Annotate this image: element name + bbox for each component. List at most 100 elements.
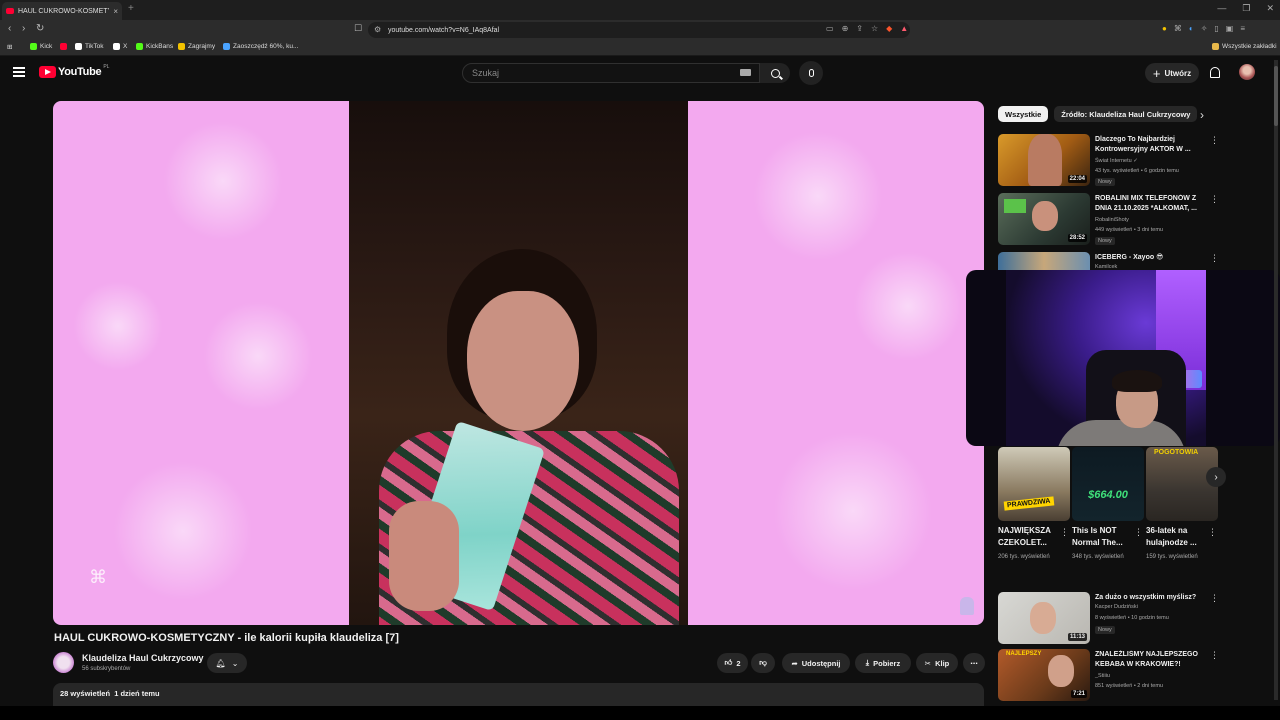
bookmark-zaoszczedz[interactable]: Zaoszczędź 60%, ku... bbox=[223, 43, 298, 50]
share-button[interactable]: ➦ Udostępnij bbox=[782, 653, 850, 673]
chevron-down-icon: ⌄ bbox=[231, 658, 239, 668]
chip-source[interactable]: Źródło: Klaudeliza Haul Cukrzycowy bbox=[1054, 106, 1198, 122]
menu-icon[interactable]: ≡ bbox=[1240, 24, 1245, 33]
extension-2-icon[interactable]: ⌘ bbox=[1174, 24, 1182, 33]
short-item[interactable]: $664.00 This Is NOT Normal The... ⋮ 348 … bbox=[1072, 447, 1144, 575]
short-overlay-text: PRAWDZIWA bbox=[1003, 496, 1054, 511]
recommendation-item[interactable]: ICEBERG - Xayoo 😎 Kamilcek ⋮ bbox=[998, 252, 1228, 270]
recommendation-channel: Świat Internetu ✓ bbox=[1095, 158, 1138, 164]
new-badge: Nowy bbox=[1095, 237, 1115, 245]
more-vert-icon[interactable]: ⋮ bbox=[1210, 253, 1219, 264]
notifications-bell-icon[interactable] bbox=[1210, 67, 1220, 78]
close-window-button[interactable]: ✕ bbox=[1266, 3, 1274, 14]
star-icon[interactable]: ☆ bbox=[871, 24, 878, 33]
back-button[interactable]: ‹ bbox=[8, 23, 11, 34]
bokeh-light bbox=[163, 121, 283, 241]
promo-icon bbox=[223, 43, 230, 50]
tab-close-icon[interactable]: × bbox=[113, 7, 118, 16]
channel-watermark-icon[interactable] bbox=[960, 597, 974, 615]
apps-grid-icon[interactable]: ⊞ bbox=[7, 43, 12, 51]
bookmark-x[interactable]: X bbox=[113, 43, 127, 50]
search-icon bbox=[770, 68, 780, 78]
new-badge: Nowy bbox=[1095, 626, 1115, 634]
chip-all[interactable]: Wszystkie bbox=[998, 106, 1049, 122]
share-icon[interactable]: ⇪ bbox=[856, 24, 863, 33]
webcam-hair bbox=[1112, 370, 1162, 392]
short-item[interactable]: POGOTOWIA 36-latek na hulajnodze ... ⋮ 1… bbox=[1146, 447, 1218, 575]
more-vert-icon[interactable]: ⋮ bbox=[1210, 135, 1219, 146]
video-thumbnail: 22:04 bbox=[998, 134, 1090, 186]
recommendation-channel: Kacper Dudziński bbox=[1095, 604, 1138, 610]
subscription-bell-button[interactable]: 🔔︎ ⌄ bbox=[207, 653, 247, 673]
more-vert-icon[interactable]: ⋮ bbox=[1208, 527, 1217, 538]
microphone-icon bbox=[808, 69, 814, 77]
short-views: 159 tys. wyświetleń bbox=[1146, 554, 1198, 560]
browser-tab[interactable]: HAUL CUKROWO-KOSMETYCZNY × bbox=[2, 2, 122, 20]
brave-shield-icon[interactable]: ◆ bbox=[886, 24, 892, 33]
more-vert-icon[interactable]: ⋮ bbox=[1060, 527, 1069, 538]
thumbnail-face bbox=[1028, 134, 1062, 186]
bookmark-youtube[interactable] bbox=[60, 43, 67, 50]
maximize-button[interactable]: ❐ bbox=[1242, 3, 1250, 14]
thumbnail-face bbox=[1030, 602, 1056, 634]
video-player[interactable]: ⌘ bbox=[53, 101, 984, 625]
dislike-button[interactable]: 👎︎ bbox=[751, 653, 775, 673]
person-hand bbox=[389, 501, 459, 611]
extension-3-icon[interactable]: ◐ bbox=[1189, 24, 1194, 33]
shorts-next-chevron-icon[interactable]: › bbox=[1206, 467, 1226, 487]
recommendation-item[interactable]: 22:04 Dlaczego To Najbardziej Kontrowers… bbox=[998, 134, 1228, 186]
cast-icon[interactable]: ▭ bbox=[826, 24, 834, 33]
recommendation-item[interactable]: 11:13 Za dużo o wszystkim myślisz? Kacpe… bbox=[998, 592, 1228, 644]
youtube-logo[interactable]: YouTube PL bbox=[39, 64, 109, 78]
search-placeholder: Szukaj bbox=[472, 68, 500, 78]
extension-1-icon[interactable]: ● bbox=[1162, 24, 1167, 33]
wallet-icon[interactable]: ▣ bbox=[1226, 24, 1234, 33]
more-vert-icon[interactable]: ⋮ bbox=[1210, 593, 1219, 604]
more-vert-icon[interactable]: ⋮ bbox=[1210, 194, 1219, 205]
bookmark-tiktok[interactable]: TikTok bbox=[75, 43, 104, 50]
more-vert-icon[interactable]: ⋮ bbox=[1134, 527, 1143, 538]
brave-rewards-icon[interactable]: ▲ bbox=[900, 24, 908, 33]
page-scrollbar[interactable] bbox=[1274, 60, 1278, 700]
clip-button[interactable]: ✂ Klip bbox=[916, 653, 958, 673]
voice-search-button[interactable] bbox=[799, 61, 823, 85]
keyboard-icon[interactable] bbox=[740, 69, 751, 76]
recommendation-title: Za dużo o wszystkim myślisz? bbox=[1095, 594, 1197, 601]
recommendation-meta: 8 wyświetleń • 10 godzin temu bbox=[1095, 615, 1169, 621]
short-item[interactable]: PRAWDZIWA NAJWIĘKSZA CZEKOLET... ⋮ 206 t… bbox=[998, 447, 1070, 575]
scrollbar-thumb[interactable] bbox=[1274, 66, 1278, 126]
extensions-icon[interactable]: ✧ bbox=[1201, 24, 1208, 33]
recommendation-item[interactable]: 28:52 ROBALINI MIX TELEFONÓW Z DNIA 21.1… bbox=[998, 193, 1228, 245]
site-info-icon[interactable]: ⚙ bbox=[374, 25, 381, 34]
chips-next-chevron-icon[interactable]: › bbox=[1200, 108, 1204, 122]
bookmark-star-icon[interactable]: ☐ bbox=[354, 23, 362, 34]
reload-button[interactable]: ↻ bbox=[36, 23, 44, 34]
new-tab-button[interactable]: + bbox=[128, 3, 134, 14]
youtube-icon bbox=[60, 43, 67, 50]
bookmark-kick[interactable]: Kick bbox=[30, 43, 52, 50]
create-button[interactable]: + Utwórz bbox=[1145, 63, 1199, 83]
recommendation-item[interactable]: NAJLEPSZY 7:21 ZNALEŹLIŚMY NAJLEPSZEGO K… bbox=[998, 649, 1228, 701]
more-vert-icon[interactable]: ⋮ bbox=[1210, 650, 1219, 661]
bookmark-kickbans[interactable]: KickBans bbox=[136, 43, 173, 50]
bookmark-zagrajmy[interactable]: Zagrajmy bbox=[178, 43, 215, 50]
channel-avatar[interactable] bbox=[53, 652, 74, 673]
search-input[interactable]: Szukaj bbox=[462, 63, 760, 83]
sidebar-icon[interactable]: ▯ bbox=[1214, 24, 1218, 33]
bokeh-light bbox=[73, 281, 163, 371]
logo-text: YouTube bbox=[58, 66, 102, 78]
all-bookmarks-folder[interactable]: Wszystkie zakładki bbox=[1212, 43, 1277, 50]
user-avatar[interactable] bbox=[1239, 64, 1255, 80]
zagrajmy-icon bbox=[178, 43, 185, 50]
more-actions-button[interactable]: ⋯ bbox=[963, 653, 985, 673]
search-button[interactable] bbox=[760, 63, 790, 83]
forward-button[interactable]: › bbox=[22, 23, 25, 34]
download-button[interactable]: ⤓ Pobierz bbox=[855, 653, 911, 673]
channel-name[interactable]: Klaudeliza Haul Cukrzycowy bbox=[82, 653, 204, 663]
plus-icon: + bbox=[1152, 65, 1161, 81]
minimize-button[interactable]: — bbox=[1217, 3, 1226, 14]
zoom-icon[interactable]: ⊕ bbox=[842, 24, 849, 33]
like-count: 2 bbox=[736, 658, 741, 668]
hamburger-menu-icon[interactable] bbox=[13, 67, 25, 77]
like-button[interactable]: 👍︎ 2 bbox=[717, 653, 748, 673]
